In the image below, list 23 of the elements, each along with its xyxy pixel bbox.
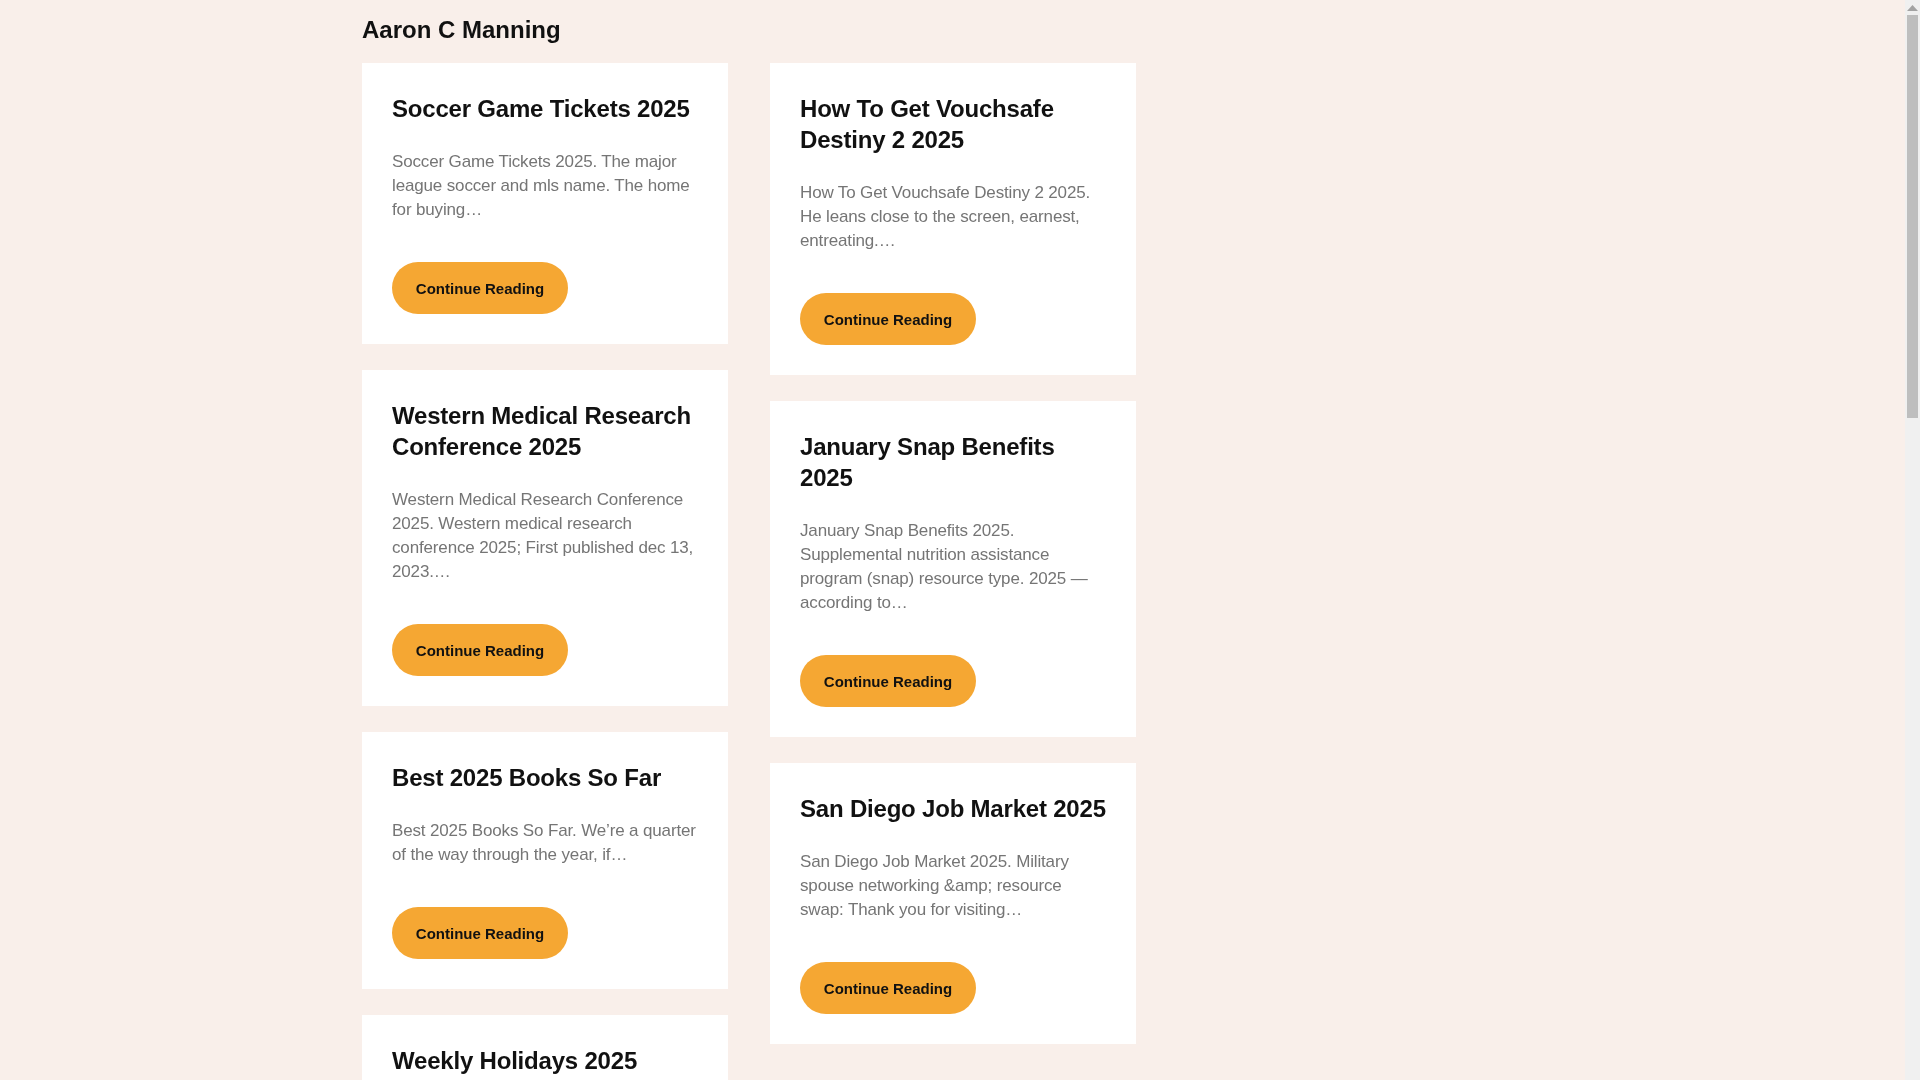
post-excerpt: How To Get Vouchsafe Destiny 2 2025. He leans close to the screen, earnest, entreating.… [800,182,1092,252]
post-title: Weekly Holidays 2025 [392,1046,639,1076]
post-excerpt: Western Medical Research Conference 2025. Western medical research conference 2025; First published dec 13, 2023.… [392,489,695,583]
continue-reading-button[interactable]: Continue Reading [800,293,976,345]
continue-reading-button[interactable]: Continue Reading [392,262,568,314]
post-title: Soccer Game Tickets 2025 [392,94,691,124]
post-title: San Diego Job Market 2025 [800,794,1106,824]
site-title[interactable]: Aaron C Manning [362,12,561,48]
post-excerpt: Soccer Game Tickets 2025. The major league soccer and mls name. The home for buying… [392,151,691,221]
post-excerpt: January Snap Benefits 2025. Supplemental nutrition assistance program (snap) resource type. 2025 — according to… [800,520,1089,614]
continue-reading-button[interactable]: Continue Reading [800,962,976,1014]
post-title: How To Get Vouchsafe Destiny 2 2025 [800,94,1055,155]
scrollbar-thumb[interactable] [1907,15,1918,418]
scrollbar[interactable] [1905,0,1920,1080]
continue-reading-button[interactable]: Continue Reading [392,907,568,959]
scroll-up-arrow-icon[interactable] [1907,5,1918,11]
post-title: January Snap Benefits 2025 [800,432,1056,493]
continue-reading-button[interactable]: Continue Reading [800,655,976,707]
post-excerpt: Best 2025 Books So Far. We’re a quarter of the way through the year, if… [392,820,697,866]
post-excerpt: San Diego Job Market 2025. Military spouse networking &amp; resource swap: Thank you for visiting… [800,851,1070,921]
post-title: Western Medical Research Conference 2025 [392,401,692,462]
continue-reading-button[interactable]: Continue Reading [392,624,568,676]
post-title: Best 2025 Books So Far [392,763,663,793]
